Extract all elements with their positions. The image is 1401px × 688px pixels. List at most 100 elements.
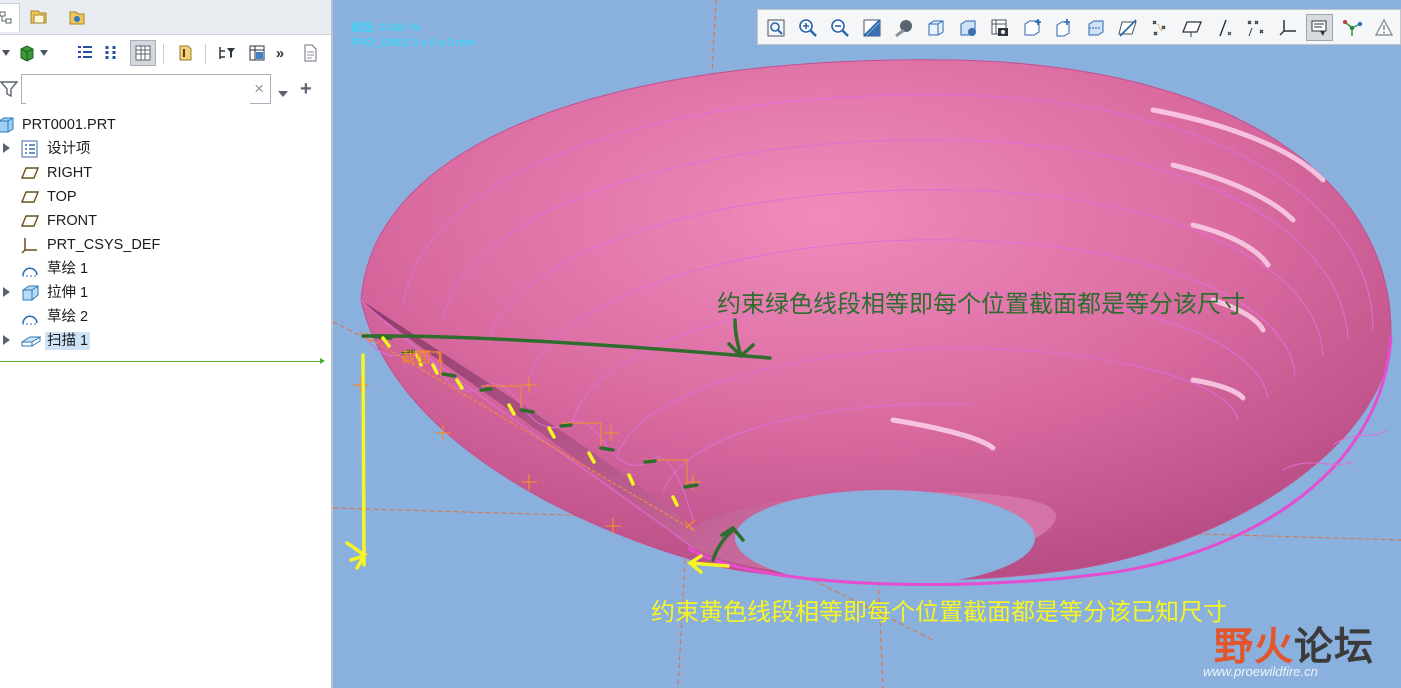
plane-tag-button[interactable] xyxy=(1178,14,1205,41)
watermark-title-part-2: 论坛 xyxy=(1294,626,1375,669)
document-icon xyxy=(304,44,317,62)
tree-item-label: PRT_CSYS_DEF xyxy=(47,237,161,253)
status-line-2: PRO_DIMS 0 x 0 x 0 mm xyxy=(351,37,475,49)
view-manager-icon xyxy=(960,20,976,36)
table-settings-icon xyxy=(249,45,265,61)
zoom-out-button[interactable] xyxy=(826,14,853,41)
tree-filter-display-button[interactable] xyxy=(130,40,156,66)
refit-button[interactable] xyxy=(762,14,789,41)
tree-item-label: 拉伸 1 xyxy=(47,285,89,301)
insert-here-arrow-icon[interactable] xyxy=(320,358,325,364)
plane-tag-icon xyxy=(1181,20,1202,37)
tree-item-design-items[interactable]: 设计项 xyxy=(0,137,331,161)
design-items-icon xyxy=(21,140,39,158)
axis-tag-button[interactable] xyxy=(1210,14,1237,41)
section-cube-icon xyxy=(1088,20,1103,35)
favorites-icon xyxy=(69,11,85,25)
refit-icon xyxy=(767,19,784,36)
graphics-viewport[interactable]: 截面: 0.000 % PRO_DIMS 0 x 0 x 0 mm 截面 1 约… xyxy=(333,0,1401,688)
cube-green-icon xyxy=(20,45,34,62)
point-tag-button[interactable] xyxy=(1242,14,1269,41)
filter-funnel-icon[interactable] xyxy=(0,80,19,103)
tree-item-part[interactable]: PRT0001.PRT xyxy=(0,113,331,137)
annotation-display-icon xyxy=(1311,20,1326,36)
list-icon xyxy=(78,46,92,58)
show-button[interactable] xyxy=(172,40,198,66)
zoom-in-icon xyxy=(798,18,817,37)
expand-arrow-icon[interactable] xyxy=(3,287,10,297)
collapse-arrow-icon[interactable] xyxy=(0,40,12,66)
display-dropdown-icon[interactable] xyxy=(38,40,50,66)
tree-item-extrude-1[interactable]: 拉伸 1 xyxy=(0,281,331,305)
axis-display-icon xyxy=(1056,18,1070,36)
tree-item-front[interactable]: FRONT xyxy=(0,209,331,233)
datum-plane-icon xyxy=(20,188,40,206)
tree-columns-button[interactable] xyxy=(100,40,126,66)
toolbar-separator xyxy=(205,44,206,64)
csys-display-icon xyxy=(1278,19,1296,36)
tree-item-label: 草绘 1 xyxy=(47,261,89,277)
add-filter-plus-icon[interactable]: + xyxy=(300,79,312,99)
model-geometry xyxy=(333,0,1401,688)
tree-item-sweep-1[interactable]: 扫描 1 xyxy=(0,329,331,353)
section-label: 截面 1 xyxy=(401,349,444,366)
axis-display-button[interactable] xyxy=(1050,14,1077,41)
tree-search-row: × + xyxy=(0,74,331,106)
view-manager-button[interactable] xyxy=(954,14,981,41)
tree-search-field[interactable]: × xyxy=(21,74,271,104)
appearance-button[interactable] xyxy=(1370,14,1397,41)
zoom-in-button[interactable] xyxy=(794,14,821,41)
clear-search-icon[interactable]: × xyxy=(254,79,264,99)
extrude-icon xyxy=(21,284,39,302)
datum-display-button[interactable] xyxy=(1018,14,1045,41)
model-tree-icon xyxy=(0,11,12,24)
tree-item-csys[interactable]: PRT_CSYS_DEF xyxy=(0,233,331,257)
favorites-tab[interactable] xyxy=(64,3,90,31)
display-style-button[interactable] xyxy=(890,14,917,41)
columns-icon xyxy=(105,46,116,59)
saved-orientations-button[interactable] xyxy=(922,14,949,41)
tree-item-label: TOP xyxy=(47,189,77,205)
model-tree-tab[interactable] xyxy=(0,3,20,32)
shading-icon xyxy=(894,19,912,37)
display-style-button[interactable] xyxy=(14,40,40,66)
csys-display-button[interactable] xyxy=(1274,14,1301,41)
settings-tree-filter-button[interactable] xyxy=(214,40,240,66)
tree-item-sketch-1[interactable]: 草绘 1 xyxy=(0,257,331,281)
yellow-constraint-note: 约束黄色线段相等即每个位置截面都是等分该已知尺寸 xyxy=(651,600,1227,626)
annotation-display-button[interactable] xyxy=(1306,14,1333,41)
clip-plane-icon xyxy=(1117,18,1137,37)
tree-list-button[interactable] xyxy=(72,40,98,66)
tree-toolbar: » xyxy=(0,36,331,70)
tree-item-top[interactable]: TOP xyxy=(0,185,331,209)
tree-item-sketch-2[interactable]: 草绘 2 xyxy=(0,305,331,329)
point-display-button[interactable] xyxy=(1146,14,1173,41)
view-toolbar xyxy=(757,9,1401,45)
folder-browser-tab[interactable] xyxy=(26,3,52,31)
tree-filter-icon xyxy=(219,47,235,59)
spin-center-button[interactable] xyxy=(1338,14,1365,41)
section-view-button[interactable] xyxy=(1082,14,1109,41)
insert-here-line[interactable] xyxy=(0,361,322,362)
tree-columns-settings-button[interactable] xyxy=(244,40,270,66)
expand-arrow-icon[interactable] xyxy=(3,143,10,153)
part-icon xyxy=(0,116,16,134)
search-dropdown-icon[interactable] xyxy=(278,85,288,103)
tree-item-label: FRONT xyxy=(47,213,97,229)
more-chevron-icon[interactable]: » xyxy=(270,40,290,66)
cube-view-icon xyxy=(928,20,943,35)
toolbar-separator xyxy=(163,44,164,64)
notes-button[interactable] xyxy=(297,40,323,66)
tree-search-input[interactable] xyxy=(26,76,250,104)
tree-item-right[interactable]: RIGHT xyxy=(0,161,331,185)
perspective-view-button[interactable] xyxy=(986,14,1013,41)
axis-tag-icon xyxy=(1218,19,1231,36)
expand-arrow-icon[interactable] xyxy=(3,335,10,345)
sweep-icon xyxy=(20,332,42,350)
clip-view-button[interactable] xyxy=(1114,14,1141,41)
csys-icon xyxy=(21,236,39,254)
highlight-icon xyxy=(179,45,192,61)
status-line-1: 截面: 0.000 % xyxy=(351,22,420,34)
center-hole xyxy=(735,490,1035,586)
repaint-button[interactable] xyxy=(858,14,885,41)
